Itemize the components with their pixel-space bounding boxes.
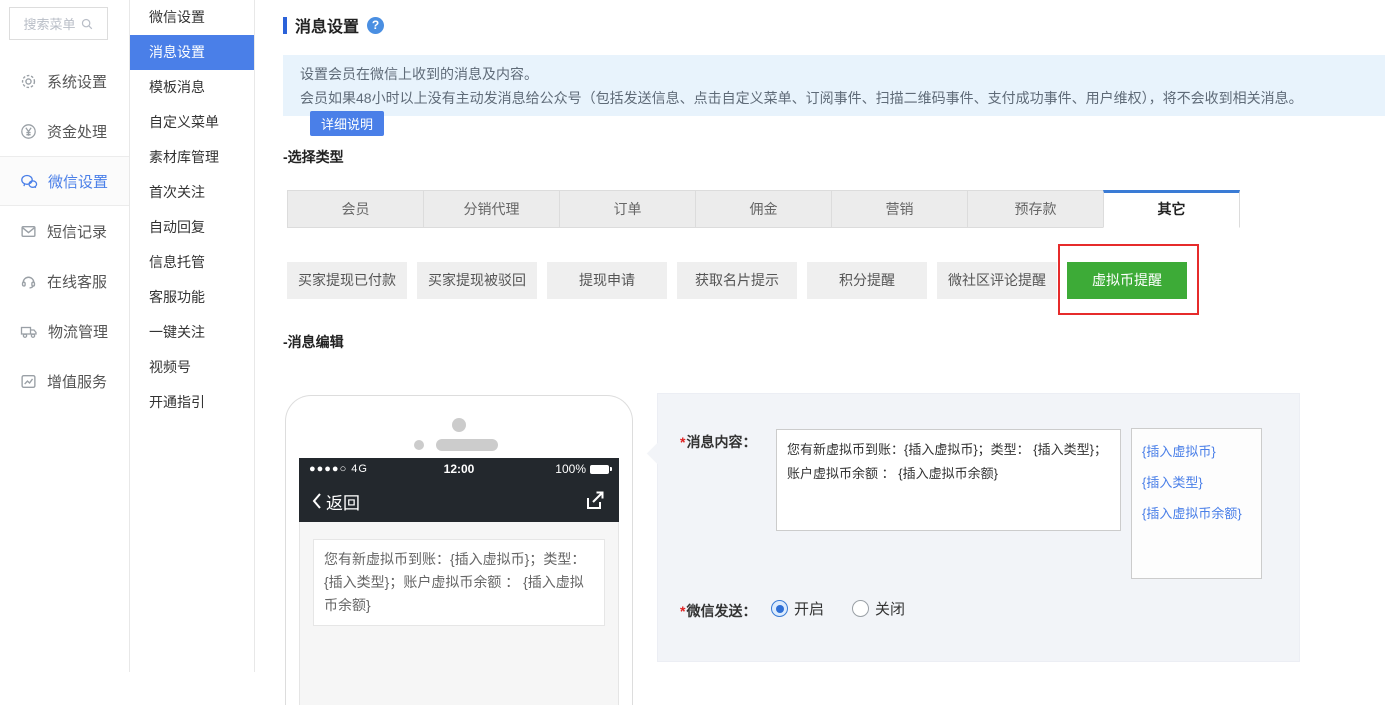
radio-on-icon[interactable] (771, 600, 788, 617)
insert-type-link[interactable]: {插入类型} (1142, 472, 1251, 491)
sidebar-item-label: 在线客服 (47, 271, 107, 292)
wechat-send-radio-group: 开启 关闭 (771, 598, 905, 619)
tab-member[interactable]: 会员 (287, 190, 424, 228)
sidebar-item-label: 微信设置 (48, 171, 108, 192)
clock: 12:00 (409, 462, 509, 476)
sidebar-item-wechat-settings[interactable]: 微信设置 (0, 156, 129, 206)
phone-preview: ●●●●○ 4G 12:00 100% 返回 您有 (285, 395, 633, 705)
phone-content-area: 您有新虚拟币到账：{插入虚拟币}；类型：{插入类型}；账户虚拟币余额 ： {插入… (299, 522, 619, 705)
search-icon (80, 17, 94, 31)
headset-icon (20, 273, 37, 290)
submenu-item-wechat-settings[interactable]: 微信设置 (130, 0, 254, 35)
phone-screen: ●●●●○ 4G 12:00 100% 返回 您有 (299, 458, 619, 705)
phone-camera-dot (452, 418, 466, 432)
phone-navbar: 返回 (299, 480, 619, 522)
chevron-left-icon (311, 492, 323, 510)
submenu-item-media-library[interactable]: 素材库管理 (130, 140, 254, 175)
select-type-label: -选择类型 (283, 147, 344, 167)
sidebar-item-label: 增值服务 (47, 371, 107, 392)
envelope-icon (20, 223, 37, 240)
wechat-send-label: *微信发送： (680, 601, 756, 621)
sidebar-item-label: 物流管理 (48, 321, 108, 342)
radio-option-on[interactable]: 开启 (771, 598, 824, 619)
search-placeholder: 搜索菜单 (23, 14, 75, 33)
tab-order[interactable]: 订单 (559, 190, 696, 228)
battery-percent: 100% (555, 462, 586, 476)
wechat-icon (20, 173, 38, 190)
submenu-item-template-message[interactable]: 模板消息 (130, 70, 254, 105)
tab-distribution-agent[interactable]: 分销代理 (423, 190, 560, 228)
search-input[interactable]: 搜索菜单 (9, 7, 108, 40)
radio-off-icon[interactable] (852, 600, 869, 617)
submenu-item-video-account[interactable]: 视频号 (130, 350, 254, 385)
content-label: *消息内容： (680, 432, 756, 452)
required-marker: * (680, 434, 685, 450)
sidebar-item-online-service[interactable]: 在线客服 (0, 256, 129, 306)
share-icon[interactable] (583, 490, 607, 512)
signal-indicator: ●●●●○ 4G (309, 463, 409, 475)
sidebar-item-label: 系统设置 (47, 71, 107, 92)
radio-option-off[interactable]: 关闭 (852, 598, 905, 619)
type-button-virtual-coin-reminder[interactable]: 虚拟币提醒 (1067, 262, 1187, 299)
message-edit-label: -消息编辑 (283, 332, 344, 352)
gear-icon (20, 73, 37, 90)
sidebar-item-sms-records[interactable]: 短信记录 (0, 206, 129, 256)
main-content: 消息设置 ? 设置会员在微信上收到的消息及内容。 会员如果48小时以上没有主动发… (255, 0, 1385, 672)
sidebar-item-label: 资金处理 (47, 121, 107, 142)
back-button[interactable]: 返回 (311, 489, 360, 514)
panel-callout-arrow (647, 443, 668, 464)
page-title-text: 消息设置 (295, 13, 359, 37)
phone-speaker (286, 439, 632, 451)
type-button-withdraw-rejected[interactable]: 买家提现被驳回 (417, 262, 537, 299)
tab-marketing[interactable]: 营销 (831, 190, 968, 228)
tab-commission[interactable]: 佣金 (695, 190, 832, 228)
notice-line2: 会员如果48小时以上没有主动发消息给公众号（包括发送信息、点击自定义菜单、订阅事… (300, 86, 1371, 136)
type-tabs: 会员 分销代理 订单 佣金 营销 预存款 其它 (287, 190, 1239, 228)
tab-other[interactable]: 其它 (1103, 190, 1240, 228)
submenu-item-custom-menu[interactable]: 自定义菜单 (130, 105, 254, 140)
insert-variables-box: {插入虚拟币} {插入类型} {插入虚拟币余额} (1131, 428, 1262, 579)
battery-icon (590, 465, 609, 474)
sidebar-item-system-settings[interactable]: 系统设置 (0, 56, 129, 106)
message-edit-panel: *消息内容： {插入虚拟币} {插入类型} {插入虚拟币余额} *微信发送： 开… (657, 393, 1300, 662)
type-button-points-reminder[interactable]: 积分提醒 (807, 262, 927, 299)
phone-statusbar: ●●●●○ 4G 12:00 100% (299, 458, 619, 480)
submenu-item-service-function[interactable]: 客服功能 (130, 280, 254, 315)
detail-help-button[interactable]: 详细说明 (310, 111, 384, 136)
submenu-item-auto-reply[interactable]: 自动回复 (130, 210, 254, 245)
phone-sensor-dot (414, 440, 424, 450)
notice-line1: 设置会员在微信上收到的消息及内容。 (300, 62, 1371, 86)
type-button-withdraw-apply[interactable]: 提现申请 (547, 262, 667, 299)
help-icon[interactable]: ? (367, 17, 384, 34)
required-marker: * (680, 603, 685, 619)
phone-message-preview: 您有新虚拟币到账：{插入虚拟币}；类型：{插入类型}；账户虚拟币余额 ： {插入… (313, 539, 605, 626)
submenu-item-message-settings[interactable]: 消息设置 (130, 35, 254, 70)
phone-speaker-bar (436, 439, 498, 451)
primary-sidebar: 搜索菜单 系统设置 资金处理 微信设置 (0, 0, 130, 672)
notice-box: 设置会员在微信上收到的消息及内容。 会员如果48小时以上没有主动发消息给公众号（… (283, 55, 1385, 116)
tab-deposit[interactable]: 预存款 (967, 190, 1104, 228)
sidebar-item-logistics[interactable]: 物流管理 (0, 306, 129, 356)
message-content-textarea[interactable] (776, 429, 1121, 531)
title-accent-bar (283, 17, 287, 34)
submenu-item-info-hosting[interactable]: 信息托管 (130, 245, 254, 280)
sidebar-item-value-added[interactable]: 增值服务 (0, 356, 129, 406)
submenu-item-first-follow[interactable]: 首次关注 (130, 175, 254, 210)
sidebar-item-label: 短信记录 (47, 221, 107, 242)
type-button-community-comment[interactable]: 微社区评论提醒 (937, 262, 1057, 299)
message-type-buttons: 买家提现已付款 买家提现被驳回 提现申请 获取名片提示 积分提醒 微社区评论提醒… (287, 262, 1187, 299)
type-button-get-card-tip[interactable]: 获取名片提示 (677, 262, 797, 299)
truck-icon (20, 323, 38, 340)
submenu-item-activation-guide[interactable]: 开通指引 (130, 385, 254, 420)
yen-icon (20, 123, 37, 140)
insert-virtual-coin-link[interactable]: {插入虚拟币} (1142, 441, 1251, 460)
type-button-withdraw-paid[interactable]: 买家提现已付款 (287, 262, 407, 299)
sidebar-item-funds[interactable]: 资金处理 (0, 106, 129, 156)
secondary-sidebar: 微信设置 消息设置 模板消息 自定义菜单 素材库管理 首次关注 自动回复 信息托… (130, 0, 255, 672)
page-title: 消息设置 ? (283, 13, 384, 37)
insert-coin-balance-link[interactable]: {插入虚拟币余额} (1142, 503, 1251, 522)
submenu-item-one-key-follow[interactable]: 一键关注 (130, 315, 254, 350)
chart-icon (20, 373, 37, 390)
